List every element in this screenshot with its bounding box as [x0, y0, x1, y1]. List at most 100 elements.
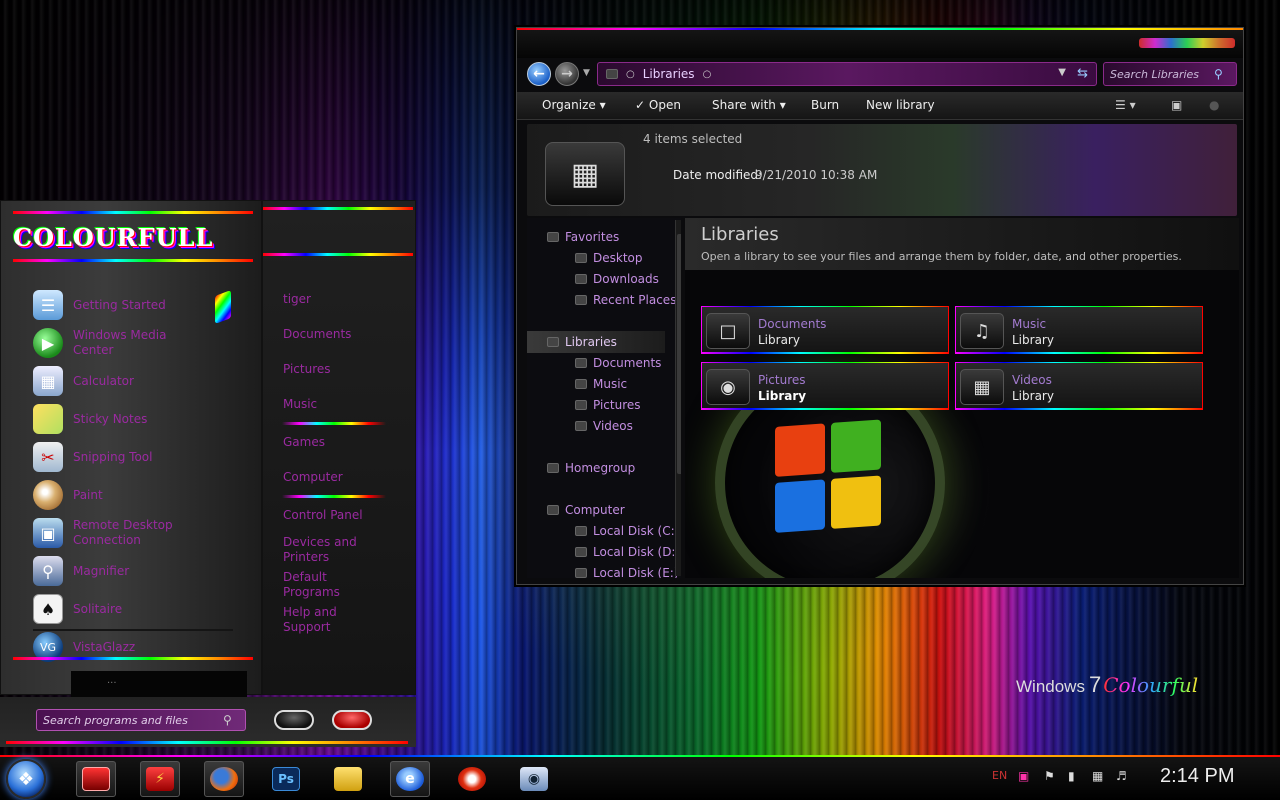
content-subtitle: Open a library to see your files and arr…: [701, 250, 1182, 263]
breadcrumb-separator-icon[interactable]: ○: [626, 69, 635, 80]
search-icon[interactable]: ⚲: [223, 713, 232, 727]
library-tile-music[interactable]: ♫ Music Library: [955, 306, 1203, 354]
nav-documents[interactable]: Documents: [575, 356, 661, 370]
place-games[interactable]: Games: [283, 435, 325, 450]
nav-disk-c[interactable]: Local Disk (C:): [575, 524, 679, 538]
nav-videos-label: Videos: [593, 419, 633, 433]
program-getting-started[interactable]: ☰ Getting Started: [33, 289, 203, 321]
preview-pane-icon[interactable]: ▣: [1171, 98, 1182, 112]
shutdown-button[interactable]: [274, 710, 314, 730]
lock-button[interactable]: [332, 710, 372, 730]
place-control-panel[interactable]: Control Panel: [283, 508, 363, 523]
new-library-button[interactable]: New library: [866, 98, 935, 112]
library-tile-documents[interactable]: □ Documents Library: [701, 306, 949, 354]
place-user[interactable]: tiger: [283, 292, 311, 307]
open-button[interactable]: ✓ Open: [635, 98, 681, 112]
scrollbar-thumb[interactable]: [677, 234, 681, 474]
burn-button[interactable]: Burn: [811, 98, 839, 112]
place-default-programs[interactable]: Default Programs: [283, 570, 363, 600]
forward-button[interactable]: →: [555, 62, 579, 86]
nav-music[interactable]: Music: [575, 377, 627, 391]
all-programs-strip[interactable]: ...: [71, 671, 247, 699]
nav-downloads[interactable]: Downloads: [575, 272, 659, 286]
program-magnifier[interactable]: ⚲ Magnifier: [33, 555, 203, 587]
nav-disk-d[interactable]: Local Disk (D:): [575, 545, 680, 559]
start-search-input[interactable]: [43, 713, 223, 727]
program-snipping-tool[interactable]: ✂ Snipping Tool: [33, 441, 203, 473]
nav-favorites-label: Favorites: [565, 230, 620, 244]
nav-homegroup[interactable]: Homegroup: [547, 461, 635, 475]
windows-7-colourful-brand: Windows 7 Colourful: [1016, 672, 1198, 698]
safely-remove-icon[interactable]: ▮: [1068, 769, 1075, 783]
taskbar-app-folder[interactable]: [328, 761, 368, 797]
nav-disk-e-label: Local Disk (E:): [593, 566, 679, 578]
start-orb-button[interactable]: ❖: [6, 759, 46, 799]
nav-recent-places[interactable]: Recent Places: [575, 293, 676, 307]
library-tile-videos[interactable]: ▦ Videos Library: [955, 362, 1203, 410]
taskbar-app-ie[interactable]: e: [390, 761, 430, 797]
network-icon[interactable]: ▦: [1092, 769, 1103, 783]
start-search-box[interactable]: ⚲: [36, 709, 246, 731]
navigation-pane: Favorites Desktop Downloads Recent Place…: [527, 218, 681, 578]
program-label: Sticky Notes: [73, 411, 148, 426]
nav-desktop[interactable]: Desktop: [575, 251, 643, 265]
nav-pictures[interactable]: Pictures: [575, 398, 641, 412]
downloads-icon: [575, 274, 587, 284]
media-center-icon: ▶: [33, 328, 63, 358]
taskbar-app-screenshot[interactable]: ◉: [514, 761, 554, 797]
place-music[interactable]: Music: [283, 397, 317, 412]
place-documents[interactable]: Documents: [283, 327, 351, 342]
breadcrumb-separator-icon[interactable]: ○: [703, 69, 712, 80]
help-icon[interactable]: ●: [1209, 98, 1219, 112]
program-sticky-notes[interactable]: Sticky Notes: [33, 403, 203, 435]
place-devices-printers[interactable]: Devices and Printers: [283, 535, 373, 565]
monitor-icon[interactable]: ▣: [1018, 769, 1029, 783]
address-bar[interactable]: ○ Libraries ○ ▼ ⇆: [597, 62, 1097, 86]
program-solitaire[interactable]: ♠ Solitaire: [33, 593, 203, 625]
program-windows-media-center[interactable]: ▶ Windows Media Center: [33, 327, 203, 359]
nav-pane-scrollbar[interactable]: [675, 220, 681, 576]
caption-buttons[interactable]: [1139, 38, 1235, 48]
taskbar-app-winamp[interactable]: ⚡: [140, 761, 180, 797]
action-center-flag-icon[interactable]: ⚑: [1044, 769, 1055, 783]
taskbar-clock[interactable]: 2:14 PM: [1160, 765, 1234, 788]
breadcrumb-libraries[interactable]: Libraries: [643, 67, 695, 81]
nav-computer[interactable]: Computer: [547, 503, 625, 517]
search-libraries-input[interactable]: [1110, 67, 1214, 81]
nav-libraries[interactable]: Libraries: [547, 335, 617, 349]
program-paint[interactable]: Paint: [33, 479, 203, 511]
document-icon: □: [706, 313, 750, 349]
place-help-support[interactable]: Help and Support: [283, 605, 363, 635]
nav-disk-e[interactable]: Local Disk (E:): [575, 566, 679, 578]
nav-favorites[interactable]: Favorites: [547, 230, 619, 244]
refresh-icon[interactable]: ⇆: [1077, 66, 1088, 81]
libraries-explorer-window[interactable]: ← → ▼ ○ Libraries ○ ▼ ⇆ ⚲ Organize ▾ ✓ O…: [516, 27, 1244, 585]
place-computer[interactable]: Computer: [283, 470, 343, 485]
nav-videos[interactable]: Videos: [575, 419, 633, 433]
volume-icon[interactable]: ♬: [1116, 769, 1127, 783]
search-libraries-box[interactable]: ⚲: [1103, 62, 1237, 86]
all-programs-label: ...: [107, 675, 117, 686]
share-with-button[interactable]: Share with ▾: [712, 98, 786, 112]
firefox-icon: [210, 767, 238, 791]
window-titlebar[interactable]: [517, 28, 1243, 58]
program-calculator[interactable]: ▦ Calculator: [33, 365, 203, 397]
language-indicator[interactable]: EN: [992, 769, 1007, 782]
taskbar-app-ccleaner[interactable]: [452, 761, 492, 797]
change-view-icon[interactable]: ☰ ▾: [1115, 98, 1136, 112]
taskbar-app-firefox[interactable]: [204, 761, 244, 797]
recent-pages-chevron-icon[interactable]: ▼: [583, 68, 590, 78]
back-button[interactable]: ←: [527, 62, 551, 86]
organize-button[interactable]: Organize ▾: [542, 98, 606, 112]
program-remote-desktop[interactable]: ▣ Remote Desktop Connection: [33, 517, 203, 549]
hard-disk-icon: [575, 547, 587, 557]
taskbar-app-photoshop[interactable]: Ps: [266, 761, 306, 797]
search-icon[interactable]: ⚲: [1214, 67, 1223, 81]
tile-type: Library: [1012, 333, 1054, 347]
places-separator: [282, 422, 386, 425]
address-dropdown-icon[interactable]: ▼: [1058, 67, 1066, 78]
library-tile-pictures[interactable]: ◉ Pictures Library: [701, 362, 949, 410]
place-pictures[interactable]: Pictures: [283, 362, 331, 377]
rainbow-divider: [6, 741, 408, 744]
taskbar-app-terminal[interactable]: [76, 761, 116, 797]
